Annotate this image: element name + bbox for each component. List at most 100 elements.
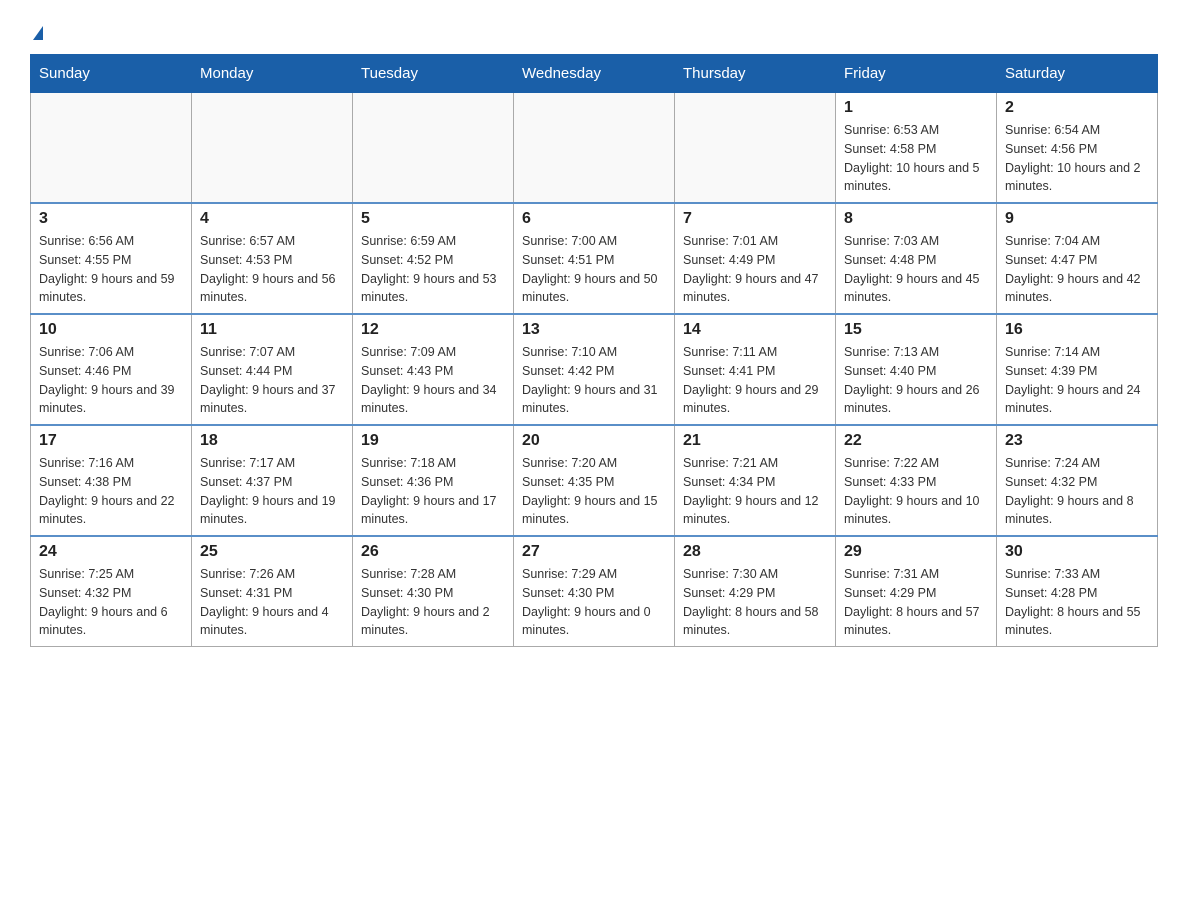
day-number: 6 — [522, 210, 666, 228]
calendar-cell: 7 Sunrise: 7:01 AM Sunset: 4:49 PM Daylig… — [675, 203, 836, 314]
day-info: Sunrise: 7:13 AM Sunset: 4:40 PM Dayligh… — [844, 343, 988, 418]
calendar-cell: 28Sunrise: 7:30 AM Sunset: 4:29 PM Dayli… — [675, 536, 836, 647]
day-number: 18 — [200, 432, 344, 450]
day-number: 25 — [200, 543, 344, 561]
weekday-header-tuesday: Tuesday — [353, 55, 514, 93]
day-number: 13 — [522, 321, 666, 339]
day-number: 20 — [522, 432, 666, 450]
day-info: Sunrise: 7:20 AM Sunset: 4:35 PM Dayligh… — [522, 454, 666, 529]
calendar-cell: 1 Sunrise: 6:53 AM Sunset: 4:58 PM Daylig… — [836, 93, 997, 204]
calendar-cell: 14Sunrise: 7:11 AM Sunset: 4:41 PM Dayli… — [675, 314, 836, 425]
page-header — [30, 20, 1158, 44]
weekday-header-saturday: Saturday — [997, 55, 1158, 93]
calendar-cell: 13 Sunrise: 7:10 AM Sunset: 4:42 PM Dayli… — [514, 314, 675, 425]
day-info: Sunrise: 7:28 AM Sunset: 4:30 PM Dayligh… — [361, 565, 505, 640]
day-info: Sunrise: 7:21 AM Sunset: 4:34 PM Dayligh… — [683, 454, 827, 529]
day-number: 17 — [39, 432, 183, 450]
calendar-cell: 19 Sunrise: 7:18 AM Sunset: 4:36 PM Dayli… — [353, 425, 514, 536]
calendar-cell — [514, 93, 675, 204]
calendar-cell: 3Sunrise: 6:56 AM Sunset: 4:55 PM Daylig… — [31, 203, 192, 314]
day-info: Sunrise: 7:00 AM Sunset: 4:51 PM Dayligh… — [522, 232, 666, 307]
day-number: 26 — [361, 543, 505, 561]
day-info: Sunrise: 7:30 AM Sunset: 4:29 PM Dayligh… — [683, 565, 827, 640]
day-info: Sunrise: 7:18 AM Sunset: 4:36 PM Dayligh… — [361, 454, 505, 529]
day-info: Sunrise: 7:26 AM Sunset: 4:31 PM Dayligh… — [200, 565, 344, 640]
day-number: 23 — [1005, 432, 1149, 450]
day-number: 4 — [200, 210, 344, 228]
day-number: 9 — [1005, 210, 1149, 228]
weekday-header-monday: Monday — [192, 55, 353, 93]
calendar-cell: 26 Sunrise: 7:28 AM Sunset: 4:30 PM Dayli… — [353, 536, 514, 647]
calendar-cell: 2 Sunrise: 6:54 AM Sunset: 4:56 PM Daylig… — [997, 93, 1158, 204]
calendar-header: SundayMondayTuesdayWednesdayThursdayFrid… — [31, 55, 1158, 93]
calendar-cell — [31, 93, 192, 204]
calendar-cell: 4 Sunrise: 6:57 AM Sunset: 4:53 PM Daylig… — [192, 203, 353, 314]
day-number: 8 — [844, 210, 988, 228]
calendar-cell: 22Sunrise: 7:22 AM Sunset: 4:33 PM Dayli… — [836, 425, 997, 536]
day-number: 24 — [39, 543, 183, 561]
calendar-cell: 8Sunrise: 7:03 AM Sunset: 4:48 PM Daylig… — [836, 203, 997, 314]
day-number: 29 — [844, 543, 988, 561]
day-info: Sunrise: 6:57 AM Sunset: 4:53 PM Dayligh… — [200, 232, 344, 307]
calendar-cell: 5 Sunrise: 6:59 AM Sunset: 4:52 PM Daylig… — [353, 203, 514, 314]
calendar-cell — [192, 93, 353, 204]
weekday-header-wednesday: Wednesday — [514, 55, 675, 93]
day-number: 22 — [844, 432, 988, 450]
day-info: Sunrise: 7:16 AM Sunset: 4:38 PM Dayligh… — [39, 454, 183, 529]
day-number: 3 — [39, 210, 183, 228]
day-number: 5 — [361, 210, 505, 228]
day-info: Sunrise: 7:07 AM Sunset: 4:44 PM Dayligh… — [200, 343, 344, 418]
day-info: Sunrise: 7:25 AM Sunset: 4:32 PM Dayligh… — [39, 565, 183, 640]
calendar-cell: 29Sunrise: 7:31 AM Sunset: 4:29 PM Dayli… — [836, 536, 997, 647]
calendar-cell: 20 Sunrise: 7:20 AM Sunset: 4:35 PM Dayli… — [514, 425, 675, 536]
day-info: Sunrise: 7:01 AM Sunset: 4:49 PM Dayligh… — [683, 232, 827, 307]
calendar-cell: 24 Sunrise: 7:25 AM Sunset: 4:32 PM Dayli… — [31, 536, 192, 647]
calendar-cell: 11 Sunrise: 7:07 AM Sunset: 4:44 PM Dayli… — [192, 314, 353, 425]
calendar-table: SundayMondayTuesdayWednesdayThursdayFrid… — [30, 54, 1158, 647]
calendar-cell: 25 Sunrise: 7:26 AM Sunset: 4:31 PM Dayli… — [192, 536, 353, 647]
day-number: 2 — [1005, 99, 1149, 117]
logo — [30, 20, 43, 44]
day-info: Sunrise: 6:53 AM Sunset: 4:58 PM Dayligh… — [844, 121, 988, 196]
day-number: 11 — [200, 321, 344, 339]
day-info: Sunrise: 7:33 AM Sunset: 4:28 PM Dayligh… — [1005, 565, 1149, 640]
day-number: 27 — [522, 543, 666, 561]
calendar-week-1: 1 Sunrise: 6:53 AM Sunset: 4:58 PM Daylig… — [31, 93, 1158, 204]
calendar-cell: 21 Sunrise: 7:21 AM Sunset: 4:34 PM Dayli… — [675, 425, 836, 536]
calendar-cell: 15 Sunrise: 7:13 AM Sunset: 4:40 PM Dayli… — [836, 314, 997, 425]
weekday-header-friday: Friday — [836, 55, 997, 93]
calendar-cell: 17 Sunrise: 7:16 AM Sunset: 4:38 PM Dayli… — [31, 425, 192, 536]
calendar-week-2: 3Sunrise: 6:56 AM Sunset: 4:55 PM Daylig… — [31, 203, 1158, 314]
calendar-cell: 30Sunrise: 7:33 AM Sunset: 4:28 PM Dayli… — [997, 536, 1158, 647]
day-number: 12 — [361, 321, 505, 339]
day-number: 7 — [683, 210, 827, 228]
day-info: Sunrise: 7:10 AM Sunset: 4:42 PM Dayligh… — [522, 343, 666, 418]
day-number: 10 — [39, 321, 183, 339]
day-number: 16 — [1005, 321, 1149, 339]
calendar-body: 1 Sunrise: 6:53 AM Sunset: 4:58 PM Daylig… — [31, 93, 1158, 647]
day-info: Sunrise: 6:59 AM Sunset: 4:52 PM Dayligh… — [361, 232, 505, 307]
day-info: Sunrise: 6:54 AM Sunset: 4:56 PM Dayligh… — [1005, 121, 1149, 196]
day-info: Sunrise: 7:09 AM Sunset: 4:43 PM Dayligh… — [361, 343, 505, 418]
calendar-cell: 6 Sunrise: 7:00 AM Sunset: 4:51 PM Daylig… — [514, 203, 675, 314]
day-info: Sunrise: 7:24 AM Sunset: 4:32 PM Dayligh… — [1005, 454, 1149, 529]
calendar-cell: 27Sunrise: 7:29 AM Sunset: 4:30 PM Dayli… — [514, 536, 675, 647]
calendar-cell: 16 Sunrise: 7:14 AM Sunset: 4:39 PM Dayli… — [997, 314, 1158, 425]
day-info: Sunrise: 7:06 AM Sunset: 4:46 PM Dayligh… — [39, 343, 183, 418]
weekday-header-sunday: Sunday — [31, 55, 192, 93]
header-row: SundayMondayTuesdayWednesdayThursdayFrid… — [31, 55, 1158, 93]
day-number: 1 — [844, 99, 988, 117]
day-info: Sunrise: 7:14 AM Sunset: 4:39 PM Dayligh… — [1005, 343, 1149, 418]
calendar-cell — [675, 93, 836, 204]
day-info: Sunrise: 7:17 AM Sunset: 4:37 PM Dayligh… — [200, 454, 344, 529]
weekday-header-thursday: Thursday — [675, 55, 836, 93]
day-number: 15 — [844, 321, 988, 339]
day-number: 21 — [683, 432, 827, 450]
calendar-cell: 18 Sunrise: 7:17 AM Sunset: 4:37 PM Dayli… — [192, 425, 353, 536]
day-number: 19 — [361, 432, 505, 450]
logo-triangle-icon — [33, 26, 43, 40]
calendar-week-3: 10 Sunrise: 7:06 AM Sunset: 4:46 PM Dayli… — [31, 314, 1158, 425]
calendar-cell: 10 Sunrise: 7:06 AM Sunset: 4:46 PM Dayli… — [31, 314, 192, 425]
day-number: 14 — [683, 321, 827, 339]
calendar-cell: 12 Sunrise: 7:09 AM Sunset: 4:43 PM Dayli… — [353, 314, 514, 425]
